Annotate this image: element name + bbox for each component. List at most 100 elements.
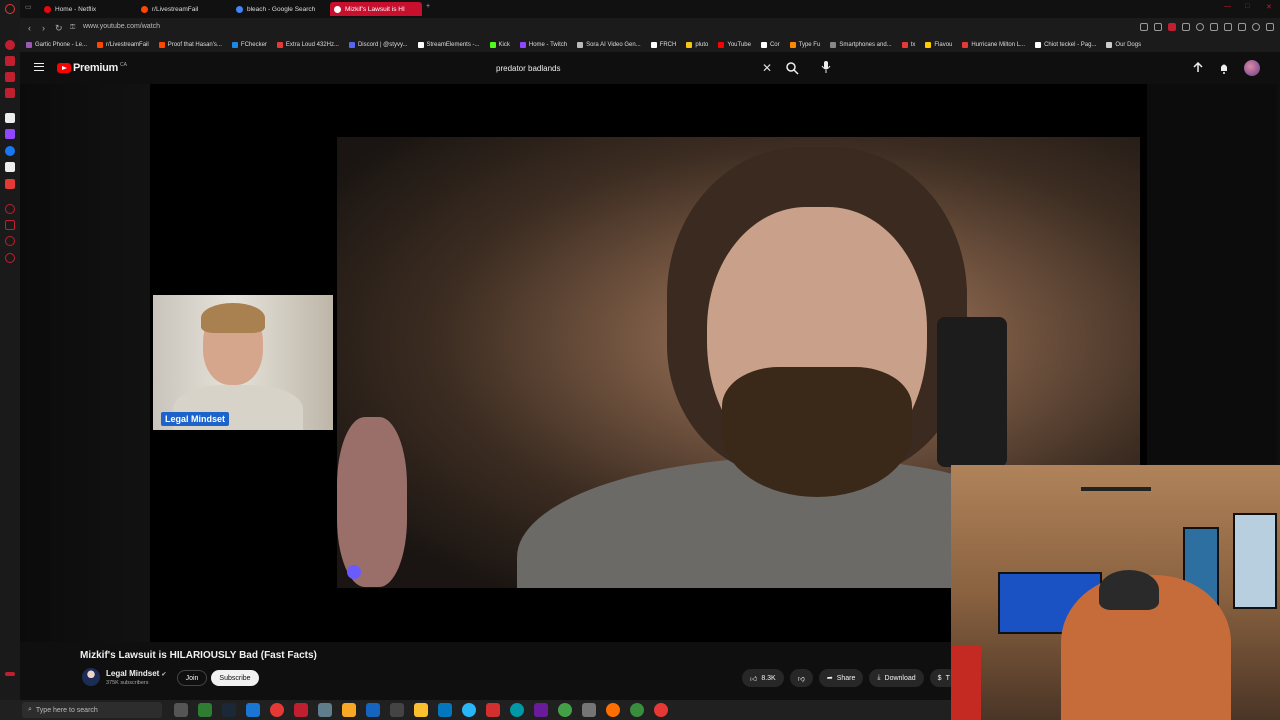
download-button[interactable]: ⤓ Download — [869, 669, 924, 687]
tab-google[interactable]: bleach - Google Search — [232, 2, 337, 16]
bookmark-item[interactable]: Home - Twitch — [519, 42, 567, 48]
taskbar-search[interactable]: ⌕ Type here to search — [22, 702, 162, 718]
youtube-music-icon[interactable] — [5, 179, 15, 189]
pinboard-icon[interactable] — [5, 56, 15, 66]
app-icon-2[interactable] — [582, 703, 596, 717]
bookmark-item[interactable]: Discord | @styvy... — [348, 42, 408, 48]
opera-gx-icon[interactable] — [606, 703, 620, 717]
bookmark-item[interactable]: Our Dogs — [1106, 42, 1141, 48]
chrome-icon-3[interactable] — [630, 703, 644, 717]
settings-icon[interactable] — [5, 253, 15, 263]
chrome-icon-2[interactable] — [558, 703, 572, 717]
bookmark-item[interactable]: FRCH — [650, 42, 676, 48]
bookmark-item[interactable]: Smartphones and... — [830, 42, 892, 48]
dislike-button[interactable]: 👎︎ — [789, 669, 813, 687]
x-icon[interactable] — [5, 162, 15, 172]
outlook-icon[interactable] — [438, 703, 452, 717]
heart-icon[interactable] — [1196, 23, 1204, 31]
clear-search-icon[interactable]: ✕ — [762, 61, 772, 75]
bookmark-item[interactable]: Proof that Hasan's... — [158, 42, 222, 48]
bookmark-item[interactable]: Flavou — [925, 42, 952, 48]
extensions-icon[interactable] — [5, 220, 15, 230]
share-button[interactable]: ➦ Share — [818, 669, 864, 687]
channel-name-link[interactable]: Legal Mindset ✔ — [106, 669, 166, 678]
bookmark-item[interactable]: StreamElements -... — [417, 42, 480, 48]
bookmark-item[interactable]: tx — [901, 42, 915, 48]
profile-icon[interactable] — [1252, 23, 1260, 31]
back-icon[interactable]: ‹ — [28, 23, 31, 33]
edge-icon[interactable] — [510, 703, 524, 717]
downloads-icon[interactable] — [5, 236, 15, 246]
bookmark-item[interactable]: Hurricane Milton L... — [962, 42, 1025, 48]
tab-menu-icon[interactable]: ▭ — [25, 3, 33, 11]
like-button[interactable]: 👍︎ 8.3K — [742, 669, 784, 687]
bookmark-item[interactable]: Extra Loud 432Hz... — [276, 42, 339, 48]
bookmark-item[interactable]: Sora AI Video Gen... — [577, 42, 641, 48]
tab-youtube-active[interactable]: Mizkif's Lawsuit is HI — [330, 2, 422, 16]
subscribe-button[interactable]: Subscribe — [211, 670, 259, 686]
upload-icon[interactable] — [1192, 62, 1204, 74]
bookmark-item[interactable]: Gartic Phone - Le... — [26, 42, 87, 48]
hamburger-menu-icon[interactable] — [34, 63, 44, 71]
bookmark-label: Our Dogs — [1115, 42, 1142, 48]
bookmark-item[interactable]: YouTube — [718, 42, 751, 48]
channel-avatar[interactable] — [82, 668, 100, 686]
minimize-icon[interactable]: — — [1224, 3, 1232, 11]
notifications-bell-icon[interactable] — [1218, 62, 1230, 74]
screenshot-icon[interactable] — [1154, 23, 1162, 31]
url-field[interactable]: www.youtube.com/watch — [83, 23, 160, 30]
close-window-icon[interactable]: ✕ — [1266, 3, 1274, 11]
play-icon[interactable] — [1182, 23, 1190, 31]
bookmark-item[interactable]: FChecker — [231, 42, 267, 48]
aria-icon[interactable] — [5, 40, 15, 50]
word-icon[interactable] — [366, 703, 380, 717]
app-icon[interactable] — [534, 703, 548, 717]
youtube-logo[interactable]: Premium CA — [57, 62, 127, 74]
tab-netflix[interactable]: Home - Netflix — [40, 2, 132, 16]
clock-icon[interactable] — [5, 204, 15, 214]
messenger-icon[interactable] — [5, 146, 15, 156]
file-explorer-icon[interactable] — [342, 703, 356, 717]
bookmark-item[interactable]: Chiot teckel - Pag... — [1035, 42, 1096, 48]
speeddial-icon[interactable] — [5, 72, 15, 82]
steam-icon[interactable] — [222, 703, 236, 717]
adblock-icon[interactable] — [1168, 23, 1176, 31]
reload-icon[interactable]: ↻ — [55, 23, 63, 33]
search-input[interactable]: predator badlands — [496, 64, 762, 73]
arc-icon[interactable] — [5, 113, 15, 123]
bookmark-item[interactable]: Kick — [489, 42, 510, 48]
monitor-icon[interactable] — [390, 703, 404, 717]
store-icon[interactable] — [246, 703, 260, 717]
search-box[interactable]: predator badlands ✕ — [488, 58, 780, 78]
tab-livestreamfail[interactable]: r/LivestreamFail — [137, 2, 229, 16]
avatar[interactable] — [1244, 60, 1260, 76]
vpn-icon[interactable] — [1224, 23, 1232, 31]
bookmark-item[interactable]: pluto — [686, 42, 708, 48]
plus-icon[interactable]: + — [426, 3, 434, 11]
menu-icon[interactable] — [1266, 23, 1274, 31]
app-icon-3[interactable] — [654, 703, 668, 717]
search-icon[interactable] — [785, 61, 799, 75]
calculator-icon[interactable] — [318, 703, 332, 717]
bookmark-item[interactable]: r/LivestreamFail — [97, 42, 149, 48]
spreadsheet-icon[interactable] — [198, 703, 212, 717]
task-view-icon[interactable] — [174, 703, 188, 717]
antivirus-icon[interactable] — [486, 703, 500, 717]
more-icon[interactable] — [5, 672, 15, 676]
telegram-icon[interactable] — [462, 703, 476, 717]
opera-logo-icon[interactable] — [5, 4, 15, 14]
microphone-icon[interactable] — [820, 60, 832, 74]
chrome-icon[interactable] — [270, 703, 284, 717]
twitch-icon[interactable] — [5, 129, 15, 139]
bookmark-item[interactable]: Type Fu — [789, 42, 820, 48]
bookmark-icon[interactable] — [1140, 23, 1148, 31]
join-button[interactable]: Join — [177, 670, 207, 686]
chat-icon[interactable] — [1210, 23, 1218, 31]
download-icon[interactable] — [1238, 23, 1246, 31]
opera-icon[interactable] — [294, 703, 308, 717]
forward-icon[interactable]: › — [42, 23, 45, 33]
notes-icon[interactable] — [414, 703, 428, 717]
maximize-icon[interactable]: □ — [1245, 3, 1253, 11]
bookmark-item[interactable]: Cor — [760, 42, 780, 48]
history-icon[interactable] — [5, 88, 15, 98]
